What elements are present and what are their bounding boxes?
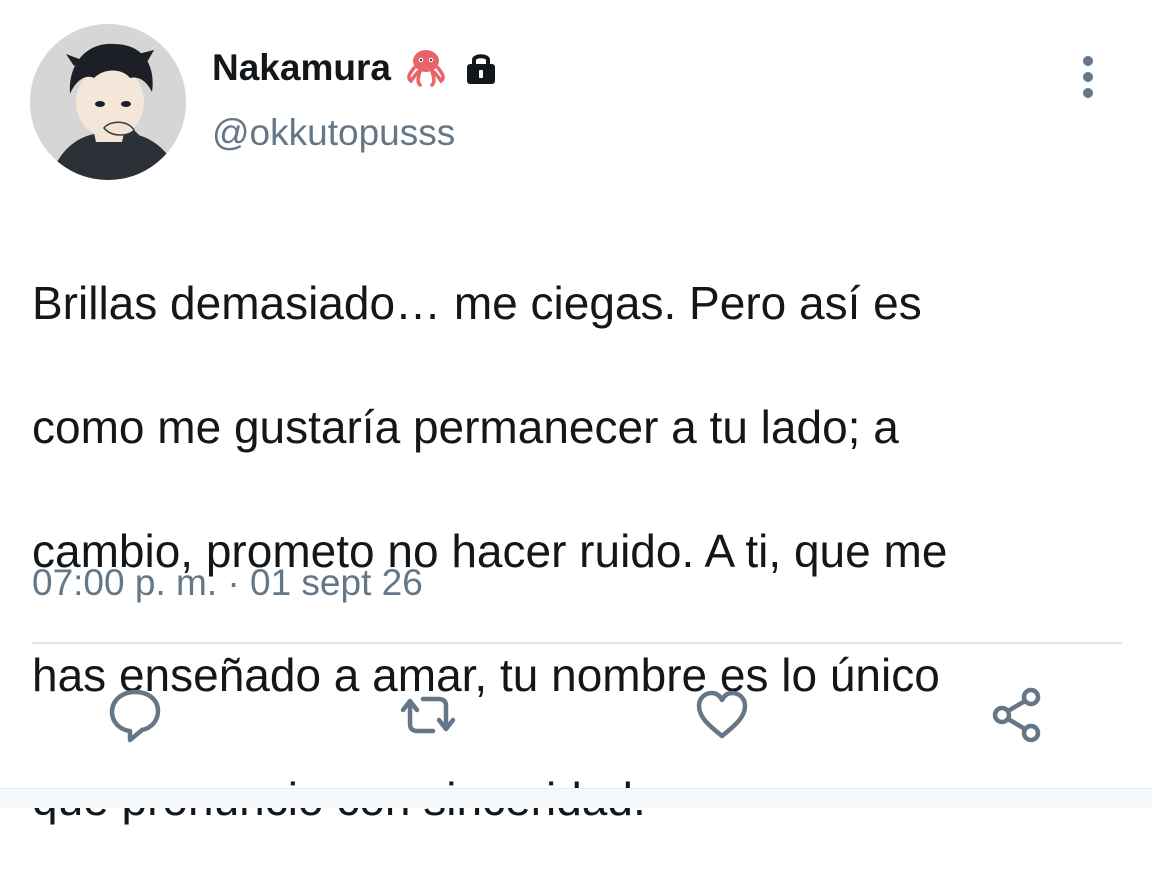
more-options-button[interactable] [1068,52,1108,102]
reply-button[interactable] [100,680,170,750]
like-icon [696,690,748,739]
tweet-timestamp[interactable]: 07:00 p. m. · 01 sept 26 [32,562,423,604]
tweet-date: 01 sept 26 [250,562,423,603]
tweet-card: Nakamura @okkutopusss Brillas demasiado…… [0,0,1152,825]
action-bar [0,680,1152,750]
user-name-row: Nakamura [212,44,501,92]
bottom-border [0,788,1152,808]
retweet-icon [400,696,456,734]
like-button[interactable] [687,680,757,750]
tweet-time: 07:00 p. m. [32,562,218,603]
retweet-button[interactable] [393,680,463,750]
timestamp-separator: · [217,562,250,603]
reply-icon [109,689,161,743]
divider [32,642,1122,644]
user-handle[interactable]: @okkutopusss [212,112,455,154]
avatar-illustration [30,24,186,180]
tweet-text-line: Brillas demasiado… me ciegas. Pero así e… [32,277,922,329]
lock-icon [461,48,501,88]
more-vertical-icon [1083,56,1093,98]
octopus-icon [403,48,449,88]
share-icon [992,687,1041,743]
share-button[interactable] [982,680,1052,750]
display-name[interactable]: Nakamura [212,47,391,89]
avatar[interactable] [30,24,186,180]
tweet-text-line: como me gustaría permanecer a tu lado; a [32,401,899,453]
